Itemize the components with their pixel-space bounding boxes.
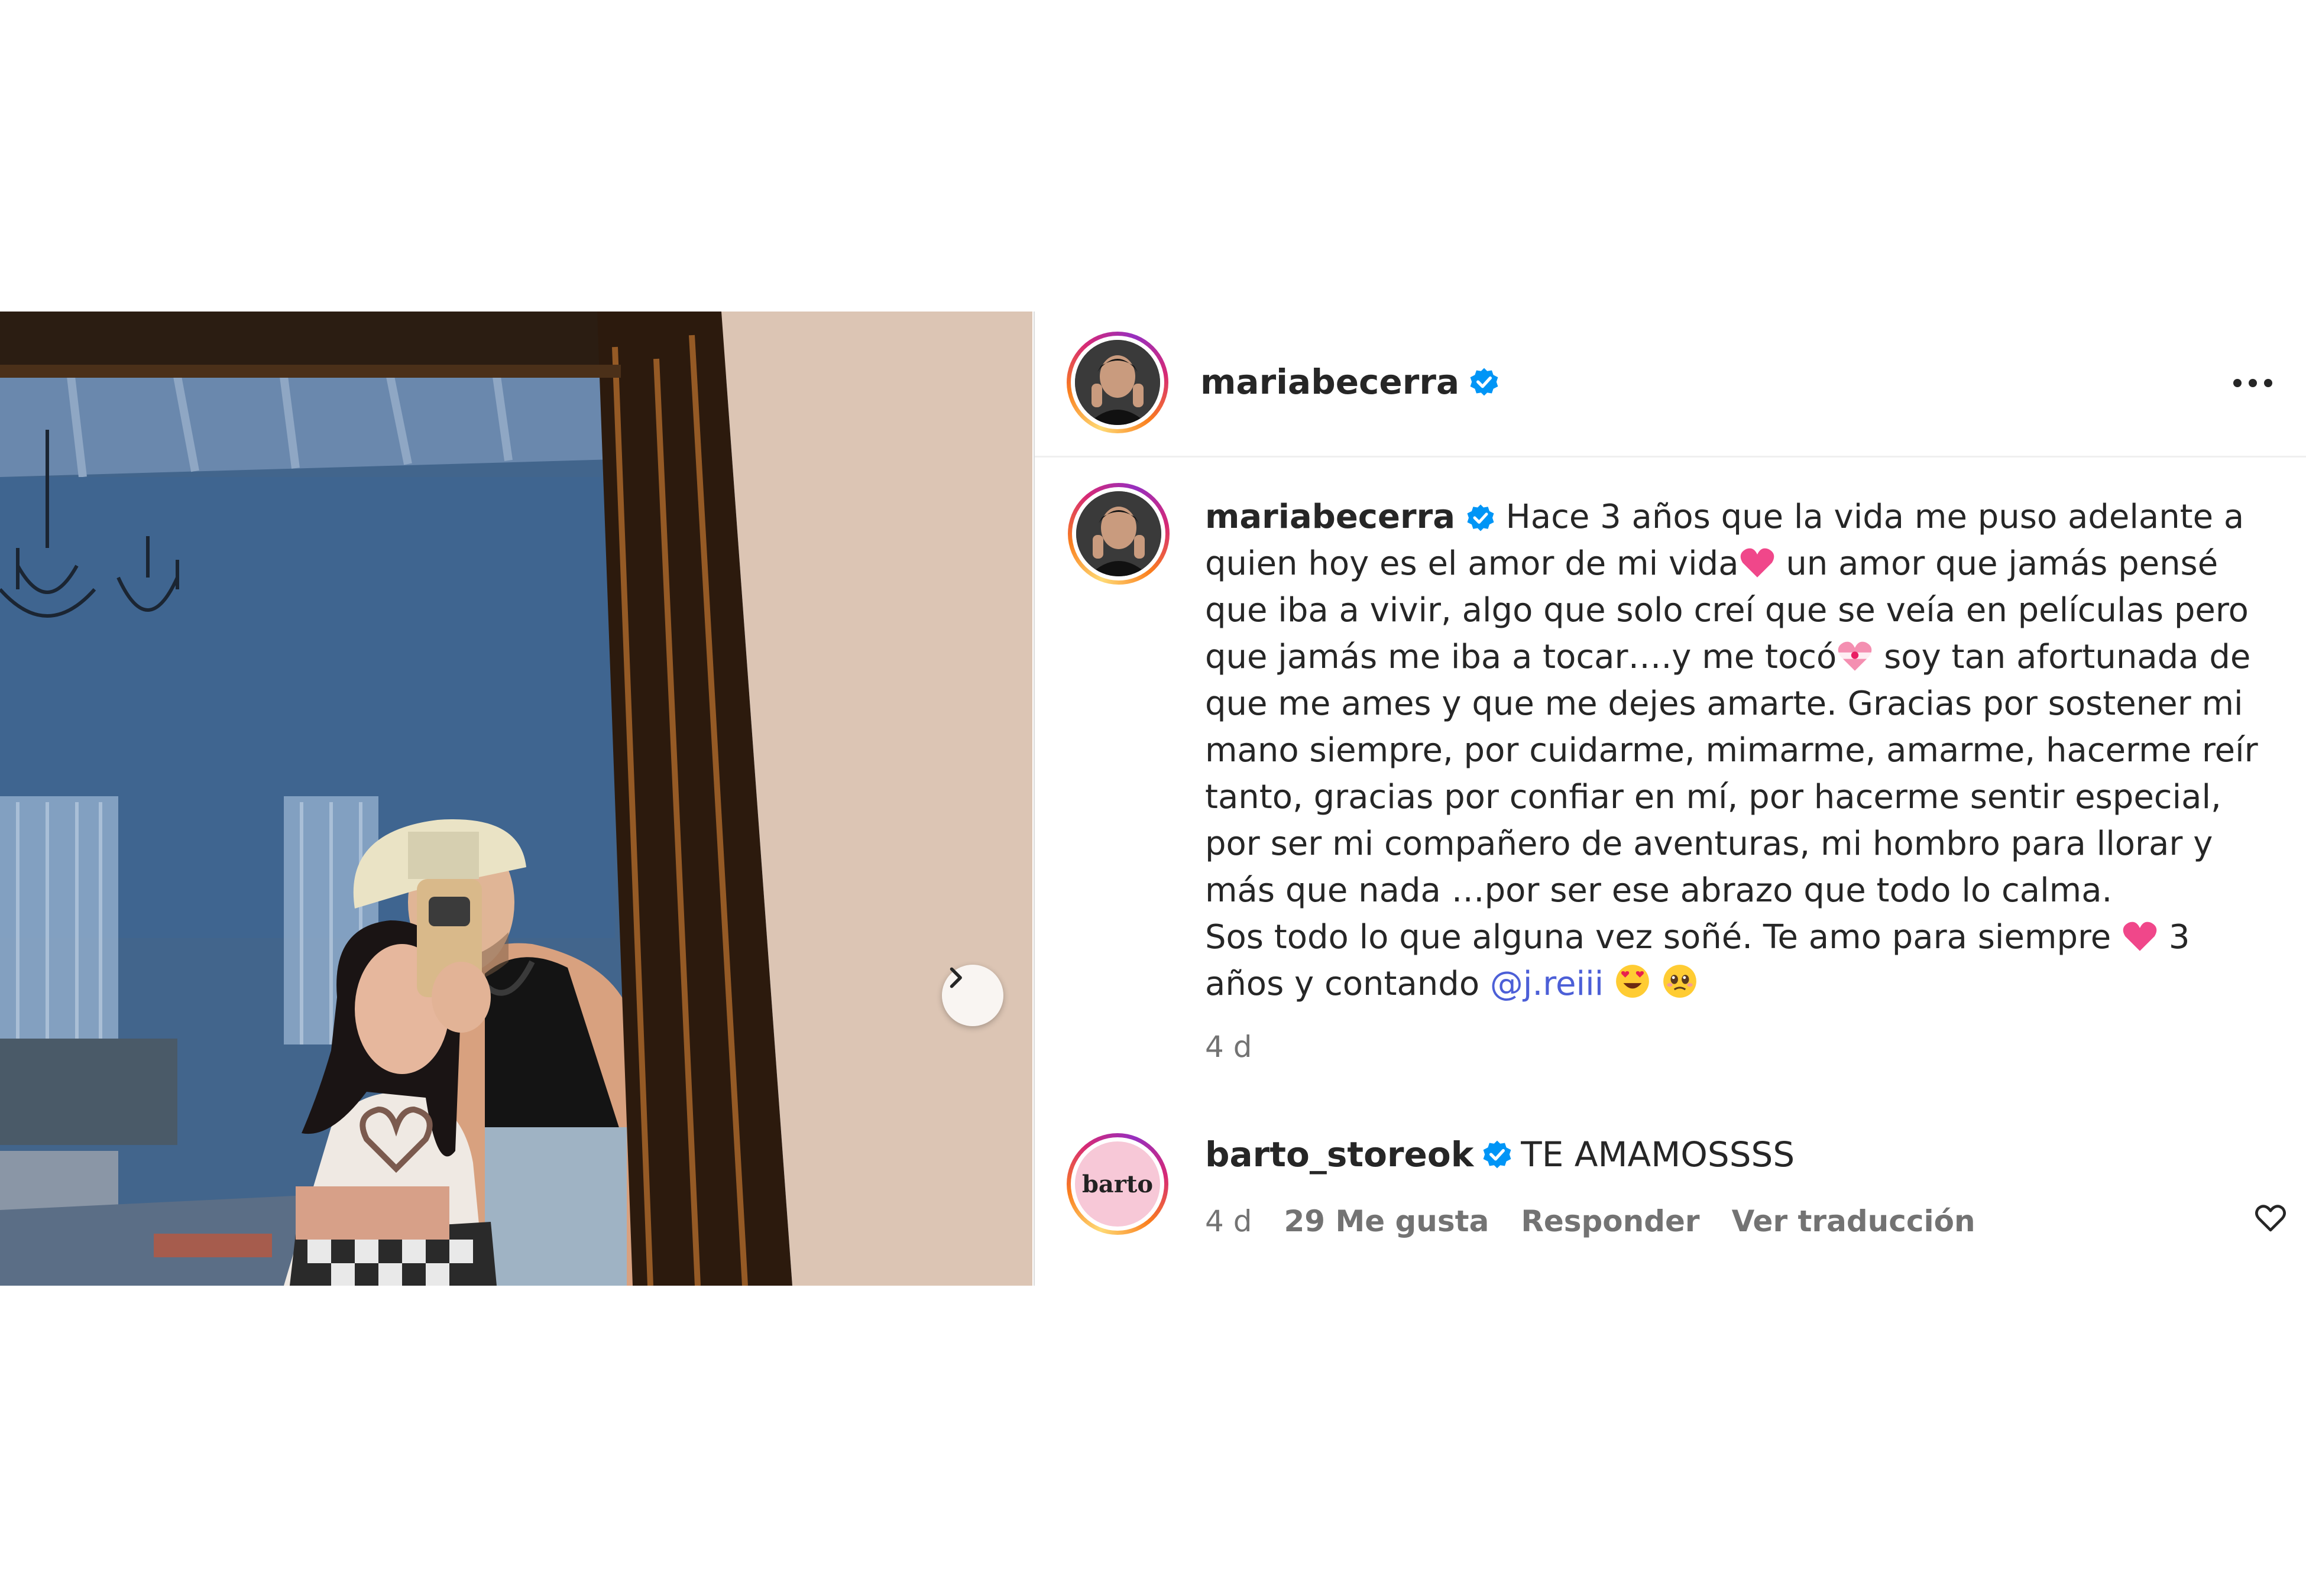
chevron-right-icon: [950, 967, 962, 988]
heart-eyes-emoji-icon: [1616, 965, 1649, 998]
comment-item: barto barto_storeok TE AMAMOSSSS 4 d 29 …: [1035, 1121, 2306, 1275]
avatar-image: [1076, 491, 1161, 576]
translate-button[interactable]: Ver traducción: [1732, 1204, 1975, 1238]
post-photo[interactable]: [0, 312, 1032, 1286]
verified-badge-icon: [1470, 368, 1498, 396]
caption-username[interactable]: mariabecerra: [1205, 498, 1455, 536]
caption-avatar[interactable]: [1068, 483, 1170, 585]
mirror-selfie-image: [0, 312, 1032, 1286]
heart-with-ribbon-emoji-icon: [1838, 641, 1872, 671]
post-sidebar: mariabecerra mariabecerra Hace 3 años qu…: [1034, 312, 2306, 1286]
comment-text: TE AMAMOSSSS: [1521, 1134, 1795, 1175]
like-comment-heart-icon[interactable]: [2254, 1201, 2287, 1234]
post-header: mariabecerra: [1035, 312, 2306, 458]
instagram-post: mariabecerra mariabecerra Hace 3 años qu…: [0, 312, 2306, 1286]
carousel-next-button[interactable]: [942, 965, 1003, 1026]
caption-mention-link[interactable]: @j.reiii: [1490, 965, 1604, 1003]
commenter-username[interactable]: barto_storeok: [1205, 1134, 1473, 1175]
post-author-username[interactable]: mariabecerra: [1200, 362, 1459, 402]
caption-part-3: soy tan afortunada de que me ames y que …: [1205, 638, 2258, 910]
caption-part-4: Sos todo lo que alguna vez soñé. Te amo …: [1205, 918, 2111, 956]
barto-logo: barto: [1075, 1141, 1160, 1227]
profile-avatar[interactable]: [1067, 332, 1168, 433]
more-options-icon[interactable]: [2229, 368, 2276, 398]
face-holding-back-tears-emoji-icon: [1663, 965, 1696, 998]
commenter-avatar[interactable]: barto: [1067, 1133, 1168, 1235]
comment-timestamp[interactable]: 4 d: [1205, 1204, 1252, 1238]
avatar-image: [1075, 340, 1160, 425]
pink-heart-emoji-icon: [2123, 922, 2157, 951]
caption-text: mariabecerra Hace 3 años que la vida me …: [1205, 494, 2263, 1071]
pink-heart-emoji-icon: [1740, 548, 1774, 578]
caption-timestamp[interactable]: 4 d: [1205, 1024, 2263, 1071]
comment-likes-count[interactable]: 29 Me gusta: [1284, 1204, 1489, 1238]
verified-badge-icon: [1467, 504, 1494, 531]
reply-button[interactable]: Responder: [1521, 1204, 1699, 1238]
verified-badge-icon: [1483, 1140, 1511, 1169]
